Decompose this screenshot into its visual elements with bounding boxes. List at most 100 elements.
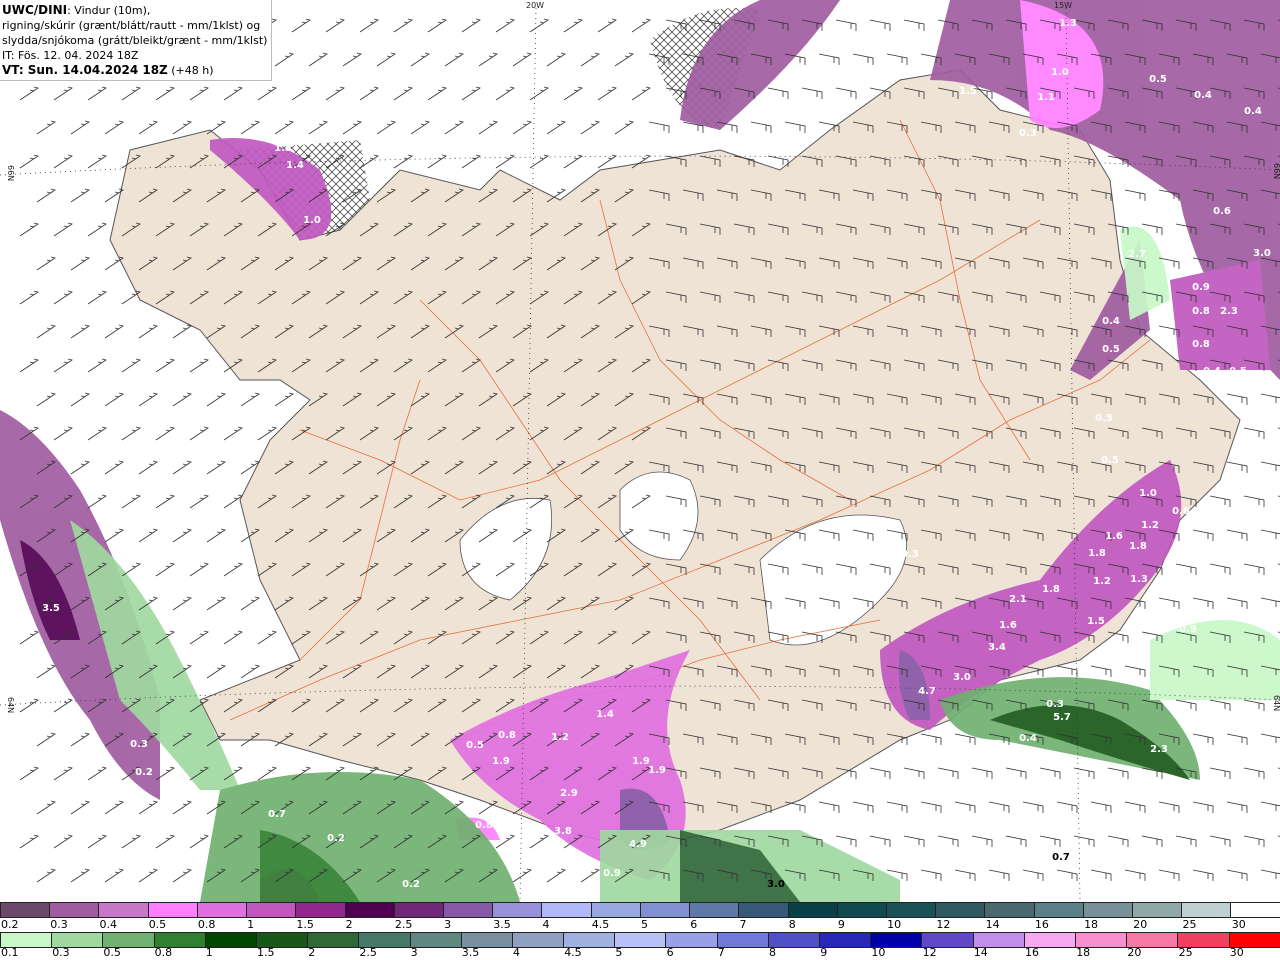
precip-value: 2.7 (1128, 249, 1146, 260)
rain-legend-label: 12 (922, 946, 937, 959)
precip-value: 1.4 (596, 709, 614, 720)
rain-legend-label: 18 (1076, 946, 1091, 959)
precip-value: 0.4 (1019, 733, 1037, 744)
precip-value: 3.0 (1253, 248, 1271, 259)
snow-legend-swatch (393, 902, 444, 918)
title-text: : Vindur (10m), (67, 4, 151, 17)
snow-legend-label: 0.4 (99, 918, 117, 931)
precip-value: 0.6 (1172, 506, 1190, 517)
precip-value: 3.8 (554, 826, 572, 837)
lon-label-15w: 15W (1054, 1, 1072, 10)
snow-legend-label: 5 (641, 918, 648, 931)
precip-value: 1.0 (1139, 488, 1157, 499)
precip-value: 4.7 (918, 686, 936, 697)
precip-value: 0.4 (1203, 366, 1221, 377)
rain-legend-label: 9 (820, 946, 828, 959)
snow-legend-label: 25 (1182, 918, 1197, 931)
precip-value: 1.0 (1051, 67, 1069, 78)
rain-legend-labels: 0.1 0.3 0.5 0.8 1 1.5 2 2.5 3 3.5 4 4.5 5 6 7 8 9 10 12 14 1… (0, 946, 1280, 960)
lat-label-66n-left: 66N (6, 165, 15, 181)
rain-legend-label: 20 (1127, 946, 1142, 959)
snow-legend-labels: 0.2 0.3 0.4 0.5 0.8 1 1.5 2 2.5 3 3.5 4 4.5 5 6 7 8 9 10 12… (0, 918, 1280, 932)
rain-legend-label: 0.3 (52, 946, 70, 959)
snow-legend-swatch (344, 902, 395, 918)
lead-time: (+48 h) (167, 64, 214, 77)
precip-value: 1.9 (648, 765, 666, 776)
snow-legend-label: 4 (542, 918, 550, 931)
precip-value: 5.7 (1053, 712, 1071, 723)
precip-value: 1.3 (1130, 574, 1148, 585)
rain-legend-label: 6 (666, 946, 674, 959)
snow-legend-swatch (984, 902, 1035, 918)
lat-label-64n-left: 64N (6, 697, 15, 713)
rain-legend-label: 3 (410, 946, 418, 959)
snow-legend-swatch (1033, 902, 1084, 918)
snow-legend-swatch (836, 902, 887, 918)
snow-legend-label: 6 (690, 918, 698, 931)
rain-legend-label: 16 (1025, 946, 1039, 959)
snow-legend-label: 0.5 (148, 918, 167, 931)
precip-value: 3.4 (988, 642, 1006, 653)
snow-legend-label: 7 (739, 918, 747, 931)
precip-value: 1.2 (1141, 520, 1159, 531)
precip-value: 0.3 (1019, 128, 1037, 139)
snow-legend-swatch (442, 902, 494, 918)
precip-value: 1.9 (492, 756, 510, 767)
weather-map: 20W 15W 66N 66N 64N 64N 1.3 1.0 1.5 1.1 0.3 0… (0, 0, 1280, 902)
lat-label-64n-right: 64N (1272, 695, 1280, 711)
rain-legend-label: 5 (615, 946, 623, 959)
rain-legend-label: 4 (513, 946, 520, 959)
precip-value: 1.4 (286, 160, 304, 171)
snow-legend-swatch (246, 902, 297, 918)
valid-time: VT: Sun. 14.04.2024 18Z (2, 63, 168, 77)
precip-value: 0.9 (1192, 282, 1210, 293)
precip-value: 0.9 (603, 868, 621, 879)
precip-value: 3.5 (42, 603, 60, 614)
precip-value: 1.0 (303, 215, 321, 226)
precip-value: 1.5 (959, 86, 977, 97)
snow-legend-label: 14 (985, 918, 1000, 931)
snow-legend-swatch (689, 902, 740, 918)
snow-legend-label: 8 (788, 918, 796, 931)
precip-value: 0.5 (1095, 413, 1113, 424)
rain-legend-label: 8 (769, 946, 776, 959)
snow-legend-label: 0.2 (1, 918, 19, 931)
snow-legend-swatch (295, 902, 346, 918)
snow-legend-label: 2 (345, 918, 353, 931)
issue-time: IT: Fös. 12. 04. 2024 18Z (2, 49, 139, 62)
title-line-3: slydda/snjókoma (grátt/bleikt/grænt - mm… (2, 34, 268, 47)
snow-legend-label: 4.5 (591, 918, 610, 931)
precip-value: 3.0 (953, 672, 971, 683)
precip-value: 0.5 (1101, 455, 1119, 466)
title-line-2: rigning/skúrir (grænt/blátt/rautt - mm/1… (2, 19, 261, 32)
precip-value: 1.1 (1037, 92, 1055, 103)
snow-legend-swatch (639, 902, 691, 918)
rain-legend-label: 0.1 (1, 946, 19, 959)
precip-value: 0.9 (1179, 624, 1197, 635)
precip-value: 0.4 (1244, 106, 1262, 117)
precip-value: 0.8 (1192, 339, 1210, 350)
precip-value: 2.3 (1150, 744, 1168, 755)
precip-value: 1.8 (1129, 541, 1147, 552)
precip-value: 1.6 (1105, 531, 1123, 542)
precip-value: 3.0 (767, 879, 785, 890)
snow-legend-label: 3.5 (493, 918, 511, 931)
rain-legend-label: 0.8 (154, 946, 173, 959)
precip-value: 1.2 (1093, 576, 1111, 587)
precip-value: 0.4 (1102, 316, 1120, 327)
precip-value: 1.8 (1088, 548, 1106, 559)
precip-value: 0.7 (83, 491, 101, 502)
precip-value: 4.9 (629, 839, 647, 850)
snow-legend-label: 10 (887, 918, 902, 931)
snow-legend-swatch (590, 902, 641, 918)
rain-legend-label: 2.5 (359, 946, 377, 959)
precip-value: 0.3 (901, 549, 919, 560)
snow-legend-swatch (1132, 902, 1183, 918)
snow-legend-label: 30 (1231, 918, 1246, 931)
precip-value: 2.9 (560, 788, 578, 799)
precip-value: 0.7 (268, 809, 286, 820)
rain-legend-label: 1.5 (257, 946, 275, 959)
rain-legend-label: 2 (308, 946, 316, 959)
map-info-box: UWC/DINI: Vindur (10m), rigning/skúrir (… (0, 0, 273, 81)
snow-legend-swatch (935, 902, 986, 918)
